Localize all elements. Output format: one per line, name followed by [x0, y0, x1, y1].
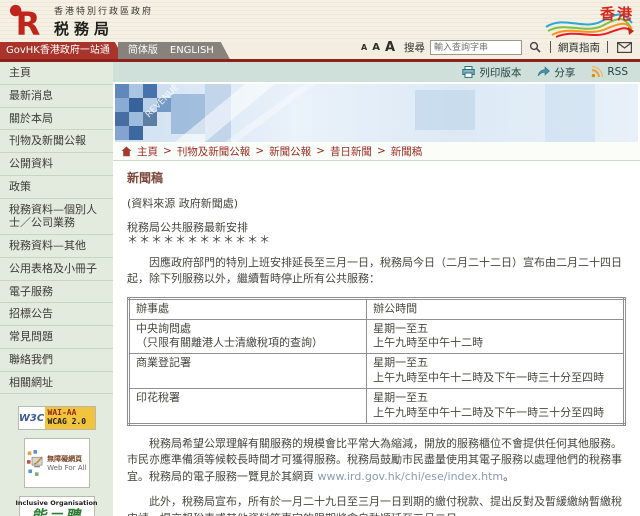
sidebar-item-tax-info-others[interactable]: 稅務資料—其他 [0, 235, 113, 258]
article-title: 新聞稿 [127, 169, 626, 187]
contact-mail-button[interactable] [615, 42, 634, 53]
sidebar-item-access-to-info[interactable]: 公開資料 [0, 153, 113, 176]
table-row: 中央詢問處 （只限有關離港人士清繳稅項的查詢） 星期一至五 上午九時至中午十二時 [129, 319, 625, 354]
office-cell: 商業登記署 [129, 354, 367, 389]
breadcrumb-press-link[interactable]: 新聞公報 [269, 144, 311, 159]
department-titles: 香港特別行政區政府 税務局 [54, 4, 153, 39]
department-logo-block: R 香港特別行政區政府 税務局 [8, 3, 153, 39]
language-tabs: 简体版 ENGLISH [118, 42, 230, 59]
hours-cell: 星期一至五 上午九時至中午十二時及下午一時三十分至四時 [367, 354, 625, 389]
table-header-row: 辦事處 辦公時間 [129, 298, 625, 319]
printer-icon [462, 66, 475, 78]
article-paragraph-2: 稅務局希望公眾理解有關服務的規模會比平常大為縮減，開放的服務櫃位不會提供任何其他… [127, 436, 626, 486]
share-button[interactable]: 分享 [537, 65, 575, 80]
article-paragraph-3: 此外，稅務局宣布，所有於一月二十九日至三月一日到期的繳付稅款、提出反對及暫緩繳納… [127, 494, 626, 516]
web-for-all-badge[interactable]: 無障礙網頁 Web For All [24, 438, 90, 488]
svg-text:R: R [16, 5, 41, 39]
sidebar-item-whats-new[interactable]: 最新消息 [0, 85, 113, 108]
breadcrumb-current-page: 新聞稿 [391, 144, 423, 159]
rss-button[interactable]: RSS [591, 66, 628, 78]
mail-icon [617, 42, 632, 53]
sidebar-item-about-us[interactable]: 關於本局 [0, 108, 113, 131]
font-size-small-button[interactable]: A [361, 43, 367, 52]
sidebar-item-publications-press[interactable]: 刊物及新聞公報 [0, 130, 113, 153]
sidebar-nav: 主頁 最新消息 關於本局 刊物及新聞公報 公開資料 政策 稅務資料—個別人士／公… [0, 62, 113, 516]
sidebar-item-tender-notices[interactable]: 招標公告 [0, 303, 113, 326]
breadcrumb: 主頁 > 刊物及新聞公報 > 新聞公報 > 昔日新聞 > 新聞稿 [113, 142, 640, 161]
ird-webpage: R 香港特別行政區政府 税務局 香港 GovHK香港政府一站通 简体版 ENGL… [0, 0, 640, 516]
inclusive-organisation-badge[interactable]: Inclusive Organisation 能＝聘 Awarded by La… [19, 496, 95, 516]
sidebar-item-faq[interactable]: 常見問題 [0, 326, 113, 349]
eservices-url-link[interactable]: www.ird.gov.hk/chi/ese/index.htm [318, 470, 504, 483]
lang-english-link[interactable]: ENGLISH [170, 42, 214, 59]
font-size-medium-button[interactable]: A [372, 42, 380, 53]
main-content: 列印版本 分享 RSS [113, 62, 640, 516]
sidebar-item-forms-pamphlets[interactable]: 公用表格及小冊子 [0, 258, 113, 281]
hours-cell: 星期一至五 上午九時至中午十二時 [367, 319, 625, 354]
sidebar-item-tax-info-individuals[interactable]: 稅務資料—個別人士／公司業務 [0, 199, 113, 236]
banner-image: REVENUE [115, 84, 638, 142]
inclusive-organisation-calligraphy: 能＝聘 [31, 507, 82, 516]
print-version-label: 列印版本 [479, 65, 521, 80]
page-action-bar: 列印版本 分享 RSS [113, 62, 640, 82]
sidebar-item-home[interactable]: 主頁 [0, 62, 113, 85]
print-version-button[interactable]: 列印版本 [462, 65, 521, 80]
breadcrumb-separator: > [377, 145, 386, 157]
department-title: 税務局 [54, 18, 153, 39]
share-icon [537, 66, 550, 78]
top-search-bar: A A A 搜尋 網頁指南 [361, 36, 634, 58]
breadcrumb-publications-link[interactable]: 刊物及新聞公報 [177, 144, 251, 159]
rss-label: RSS [607, 66, 628, 78]
rss-icon [591, 66, 603, 78]
web-for-all-icon [27, 445, 46, 481]
w3c-wcag-badge[interactable]: W3C WAI-AA WCAG 2.0 [18, 406, 96, 430]
table-row: 商業登記署 星期一至五 上午九時至中午十二時及下午一時三十分至四時 [129, 354, 625, 389]
press-release-article: 新聞稿 (資料來源 政府新聞處) 稅務局公共服務最新安排 ＊＊＊＊＊＊＊＊＊＊＊… [113, 161, 640, 516]
web-for-all-zh-label: 無障礙網頁 [47, 454, 86, 464]
sidebar-item-eservices[interactable]: 電子服務 [0, 281, 113, 304]
site-guide-link[interactable]: 網頁指南 [558, 40, 600, 55]
sidebar-item-related-links[interactable]: 相關網址 [0, 372, 113, 395]
service-hours-table: 辦事處 辦公時間 中央詢問處 （只限有關離港人士清繳稅項的查詢） 星期一至五 上… [127, 297, 626, 426]
inclusive-organisation-title: Inclusive Organisation [15, 499, 97, 507]
office-cell: 中央詢問處 （只限有關離港人士清繳稅項的查詢） [129, 319, 367, 354]
breadcrumb-past-news-link[interactable]: 昔日新聞 [330, 144, 372, 159]
breadcrumb-separator: > [316, 145, 325, 157]
ird-logo-icon: R [8, 3, 46, 39]
govhk-portal-link[interactable]: GovHK香港政府一站通 [0, 42, 124, 59]
w3c-logo-text: W3C [19, 407, 45, 429]
subtitle-underline-stars: ＊＊＊＊＊＊＊＊＊＊＊＊ [127, 234, 626, 247]
search-label: 搜尋 [404, 40, 425, 55]
share-label: 分享 [554, 65, 575, 80]
breadcrumb-home-link[interactable]: 主頁 [137, 144, 158, 159]
breadcrumb-separator: > [163, 145, 172, 157]
office-cell: 印花稅署 [129, 389, 367, 425]
search-icon [529, 41, 541, 53]
brand-hongkong-text: 香港 [600, 3, 634, 24]
government-title: 香港特別行政區政府 [54, 4, 153, 17]
home-icon [121, 146, 132, 157]
sidebar-item-policies[interactable]: 政策 [0, 176, 113, 199]
table-row: 印花稅署 星期一至五 上午九時至中午十二時及下午一時三十分至四時 [129, 389, 625, 425]
wcag-label: WCAG 2.0 [48, 418, 95, 427]
lang-simplified-link[interactable]: 简体版 [128, 42, 158, 59]
office-column-header: 辦事處 [129, 298, 367, 319]
search-input[interactable] [430, 40, 522, 55]
sidebar-item-contact-us[interactable]: 聯絡我們 [0, 349, 113, 372]
search-button[interactable] [527, 41, 543, 53]
breadcrumb-separator: > [255, 145, 264, 157]
divider [550, 41, 551, 53]
brand-hongkong-logo: 香港 [544, 1, 636, 41]
article-paragraph-1: 因應政府部門的特別上班安排延長至三月一日，稅務局今日（二月二十二日）宣布由二月二… [127, 255, 626, 288]
hours-column-header: 辦公時間 [367, 298, 625, 319]
font-size-large-button[interactable]: A [385, 40, 395, 55]
article-source: (資料來源 政府新聞處) [127, 196, 626, 213]
sidebar-badges: W3C WAI-AA WCAG 2.0 [0, 394, 113, 516]
hours-cell: 星期一至五 上午九時至中午十二時及下午一時三十分至四時 [367, 389, 625, 425]
gov-band: GovHK香港政府一站通 简体版 ENGLISH A A A 搜尋 網頁指南 [0, 42, 640, 59]
web-for-all-en-label: Web For All [47, 464, 86, 472]
divider [607, 41, 608, 53]
